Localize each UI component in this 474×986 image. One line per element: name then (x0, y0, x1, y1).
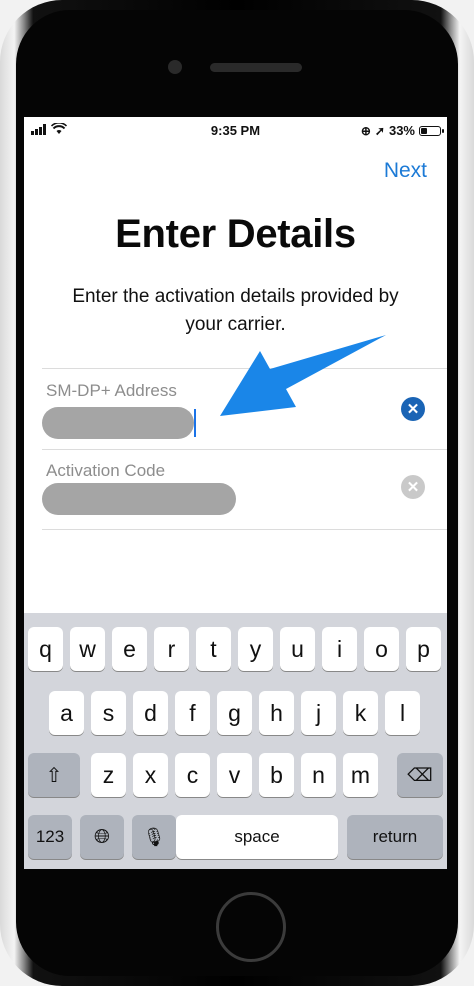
globe-key[interactable]: 🌐︎ (80, 815, 124, 859)
keyboard: qwertyuiop asdfghjkl ⇧ ⌫ zxcvbnm 123 🌐︎ … (24, 613, 447, 869)
key-n[interactable]: n (301, 753, 336, 797)
backspace-icon: ⌫ (407, 764, 433, 785)
microphone-icon: 🎙︎ (142, 826, 166, 847)
key-z[interactable]: z (91, 753, 126, 797)
key-l[interactable]: l (385, 691, 420, 735)
key-q[interactable]: q (28, 627, 63, 671)
key-c[interactable]: c (175, 753, 210, 797)
phone-frame: 9:35 PM ⊕ ➚ 33% Next Enter Details Enter… (0, 0, 474, 986)
key-t[interactable]: t (196, 627, 231, 671)
key-f[interactable]: f (175, 691, 210, 735)
pointer-arrow-icon (220, 335, 386, 416)
key-v[interactable]: v (217, 753, 252, 797)
key-a[interactable]: a (49, 691, 84, 735)
key-j[interactable]: j (301, 691, 336, 735)
space-key[interactable]: space (176, 815, 338, 859)
shift-key[interactable]: ⇧ (28, 753, 80, 797)
keyboard-row-1: qwertyuiop (24, 627, 447, 673)
shift-icon: ⇧ (45, 764, 63, 787)
keyboard-row-2: asdfghjkl (24, 691, 447, 737)
key-s[interactable]: s (91, 691, 126, 735)
front-camera (168, 60, 182, 74)
screen: 9:35 PM ⊕ ➚ 33% Next Enter Details Enter… (24, 117, 447, 869)
key-e[interactable]: e (112, 627, 147, 671)
key-p[interactable]: p (406, 627, 441, 671)
delete-key[interactable]: ⌫ (397, 753, 443, 797)
numbers-key[interactable]: 123 (28, 815, 72, 859)
keyboard-row-3: ⇧ ⌫ zxcvbnm (24, 753, 447, 799)
key-r[interactable]: r (154, 627, 189, 671)
key-w[interactable]: w (70, 627, 105, 671)
key-k[interactable]: k (343, 691, 378, 735)
key-g[interactable]: g (217, 691, 252, 735)
dictation-key[interactable]: 🎙︎ (132, 815, 176, 859)
keyboard-row-4: 123 🌐︎ 🎙︎ space return (24, 815, 447, 861)
return-key[interactable]: return (347, 815, 443, 859)
key-o[interactable]: o (364, 627, 399, 671)
key-u[interactable]: u (280, 627, 315, 671)
key-i[interactable]: i (322, 627, 357, 671)
key-h[interactable]: h (259, 691, 294, 735)
key-x[interactable]: x (133, 753, 168, 797)
earpiece-speaker (210, 63, 302, 72)
key-d[interactable]: d (133, 691, 168, 735)
home-button[interactable] (216, 892, 286, 962)
key-m[interactable]: m (343, 753, 378, 797)
globe-icon: 🌐︎ (94, 825, 110, 848)
key-b[interactable]: b (259, 753, 294, 797)
key-y[interactable]: y (238, 627, 273, 671)
